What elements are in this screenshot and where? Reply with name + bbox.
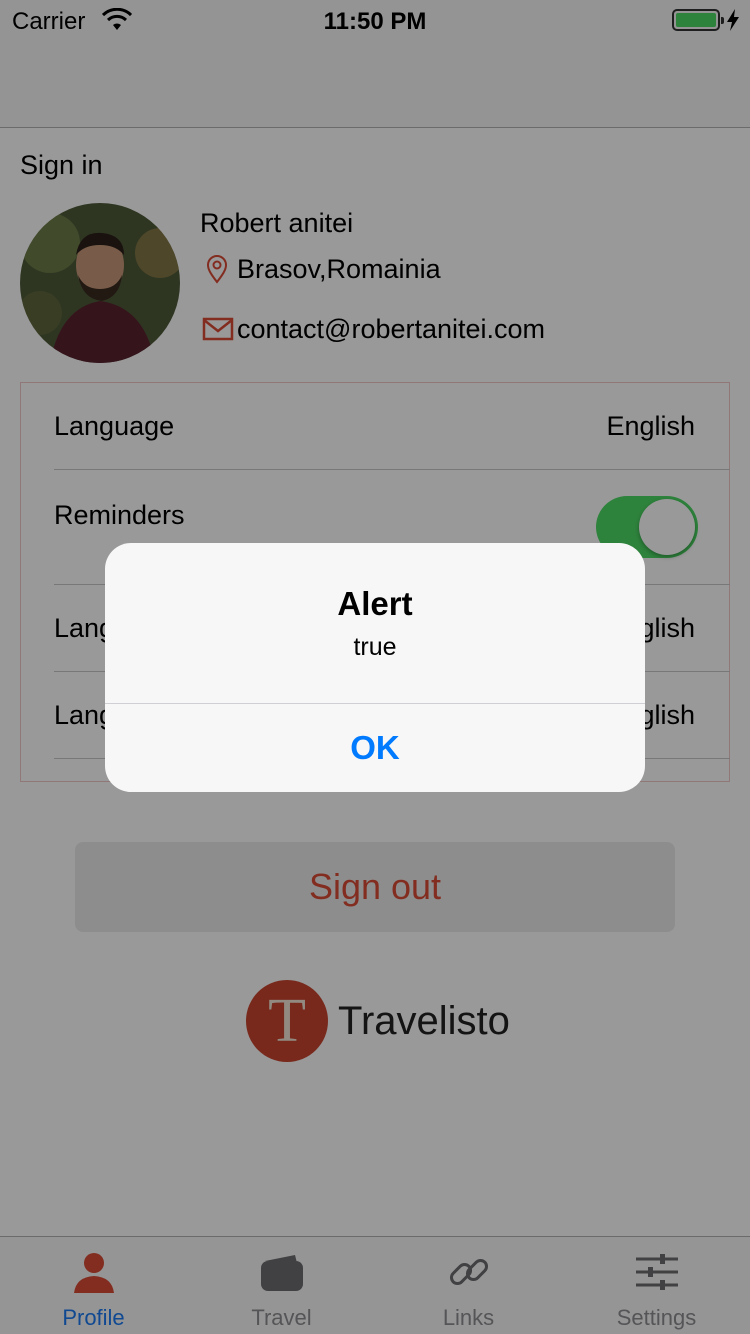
- alert-message: true: [353, 633, 397, 661]
- alert-ok-button[interactable]: OK: [105, 704, 645, 792]
- alert-dialog: Alert true OK: [105, 543, 645, 792]
- alert-title: Alert: [337, 585, 413, 622]
